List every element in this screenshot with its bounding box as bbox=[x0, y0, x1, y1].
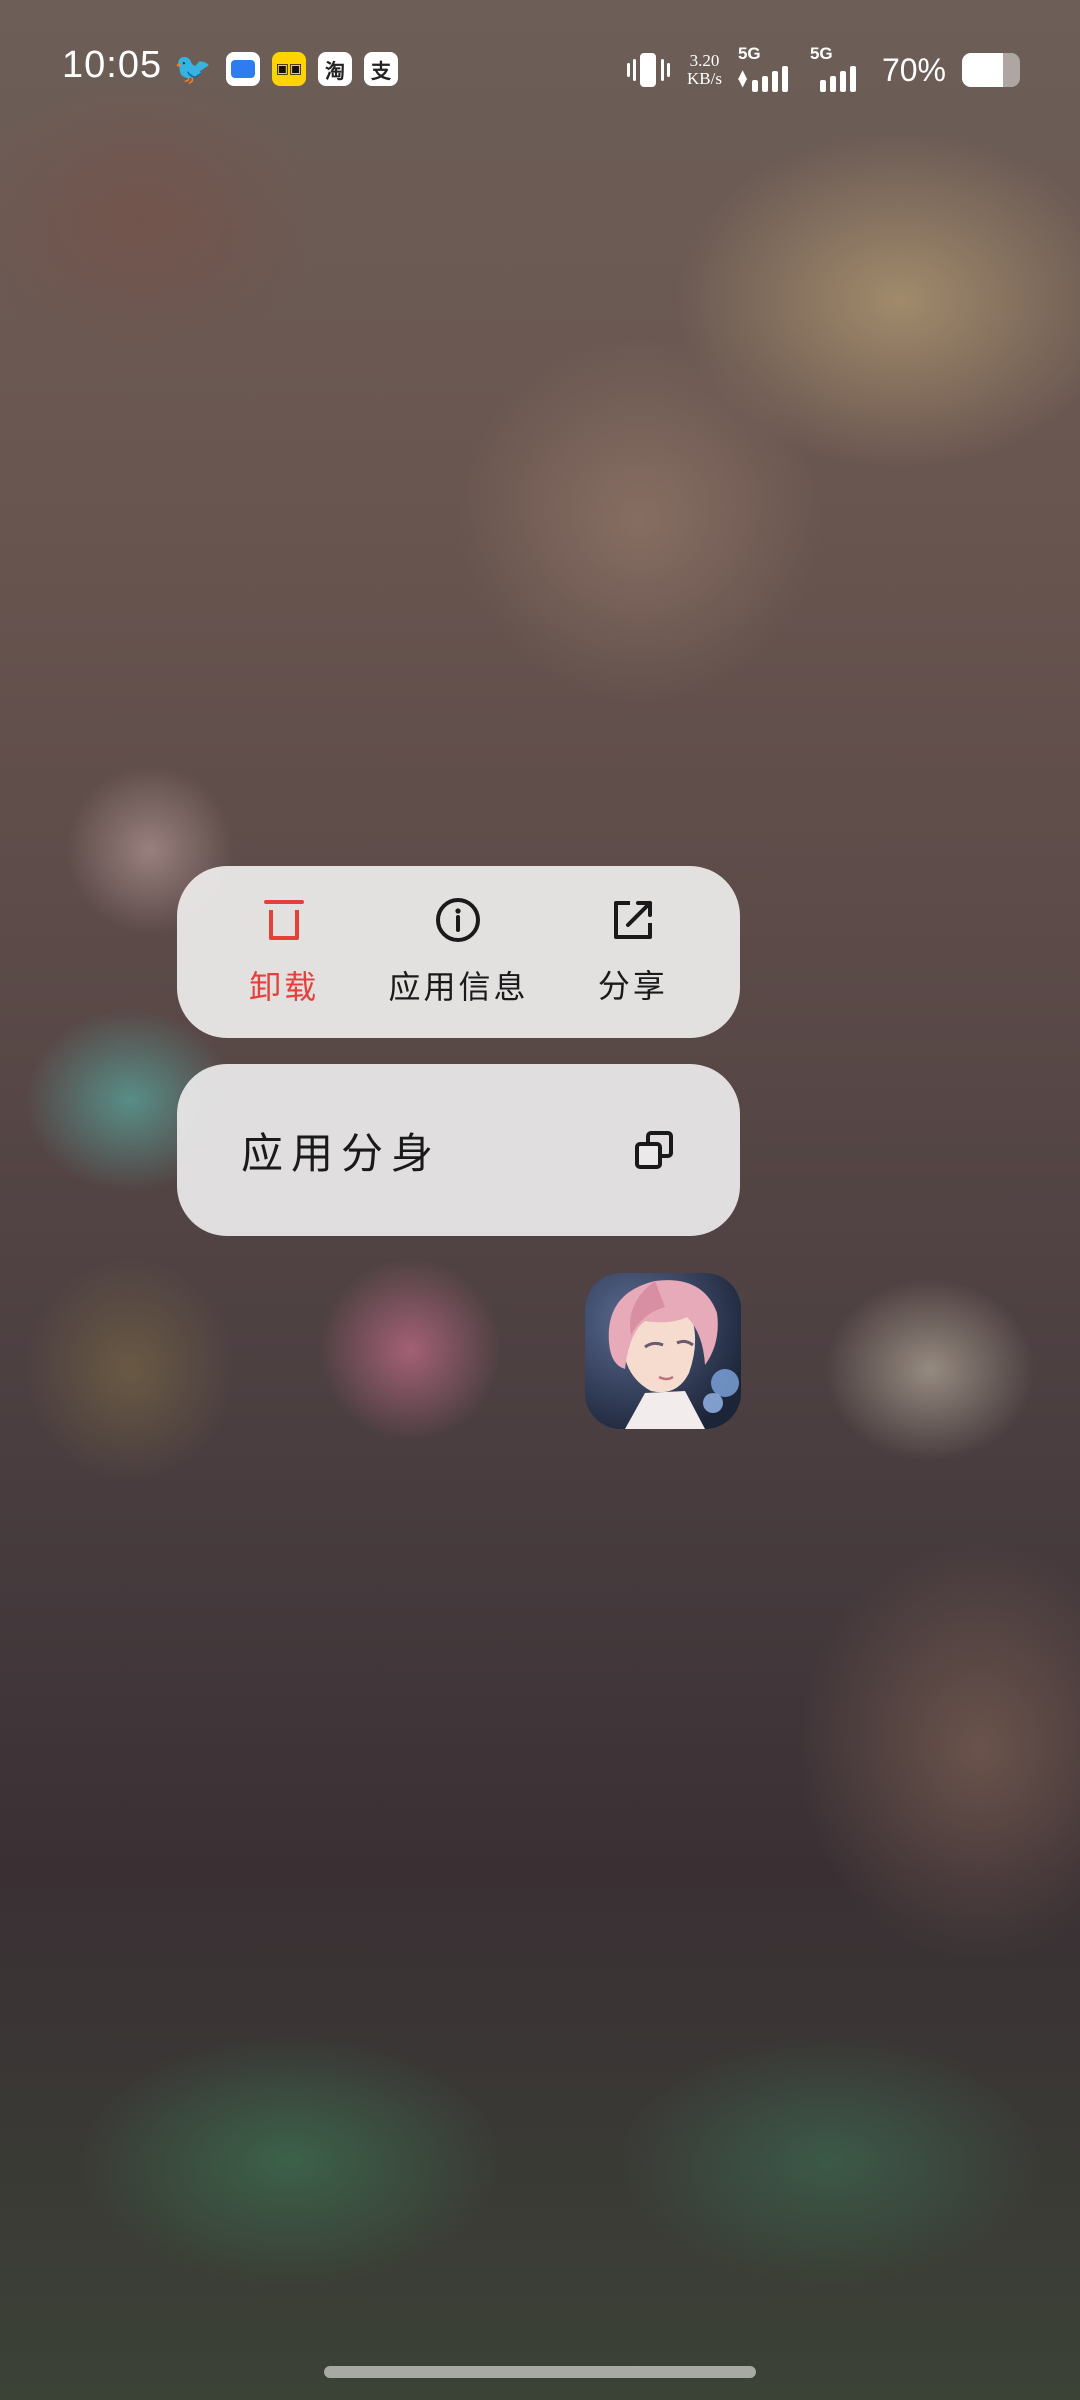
notification-icons: 🐦 ▣▣ 淘 支 bbox=[172, 51, 398, 87]
status-bar: 10:05 🐦 ▣▣ 淘 支 3.20 KB/s 5G ▲ ▼ 5G 70% bbox=[0, 0, 1080, 140]
status-right-group: 3.20 KB/s 5G ▲ ▼ 5G 70% bbox=[625, 44, 1020, 92]
bird-icon: 🐦 bbox=[174, 51, 212, 87]
sim2-network-tag: 5G bbox=[809, 44, 833, 63]
app-info-button[interactable]: 应用信息 bbox=[371, 896, 545, 1008]
anime-portrait-icon bbox=[585, 1273, 741, 1429]
uninstall-label: 卸载 bbox=[249, 968, 320, 1006]
status-time: 10:05 bbox=[62, 44, 163, 86]
chat-app-icon bbox=[226, 52, 260, 86]
quick-actions-card: 卸载 应用信息 分享 bbox=[177, 866, 740, 1038]
taobao-icon: 淘 bbox=[318, 52, 352, 86]
app-clone-button[interactable]: 应用分身 bbox=[177, 1064, 740, 1236]
battery-fill bbox=[962, 53, 1003, 87]
share-label: 分享 bbox=[597, 967, 668, 1005]
clone-icon bbox=[635, 1131, 673, 1169]
game-app-icon[interactable] bbox=[585, 1273, 741, 1429]
app-clone-label: 应用分身 bbox=[241, 1128, 442, 1178]
app-info-label: 应用信息 bbox=[388, 968, 529, 1006]
network-speed-unit: KB/s bbox=[686, 69, 722, 88]
yellow-app-icon: ▣▣ bbox=[272, 52, 306, 86]
network-speed-value: 3.20 bbox=[689, 51, 720, 70]
share-button[interactable]: 分享 bbox=[546, 897, 720, 1007]
uninstall-button[interactable]: 卸载 bbox=[197, 896, 371, 1008]
data-arrows-icon: ▲ ▼ bbox=[737, 67, 748, 89]
vibrate-icon bbox=[625, 51, 671, 89]
sim1-signal-icon: 5G ▲ ▼ bbox=[737, 44, 794, 92]
battery-percent: 70% bbox=[881, 51, 946, 88]
info-icon bbox=[436, 898, 481, 942]
sim2-signal-icon: 5G bbox=[810, 44, 866, 92]
alipay-icon: 支 bbox=[364, 52, 398, 86]
battery-icon bbox=[962, 53, 1020, 87]
share-icon bbox=[613, 901, 652, 939]
network-speed: 3.20 KB/s bbox=[687, 52, 722, 88]
sim1-network-tag: 5G bbox=[737, 44, 761, 63]
home-indicator[interactable] bbox=[324, 2366, 756, 2378]
trash-icon bbox=[264, 900, 305, 940]
